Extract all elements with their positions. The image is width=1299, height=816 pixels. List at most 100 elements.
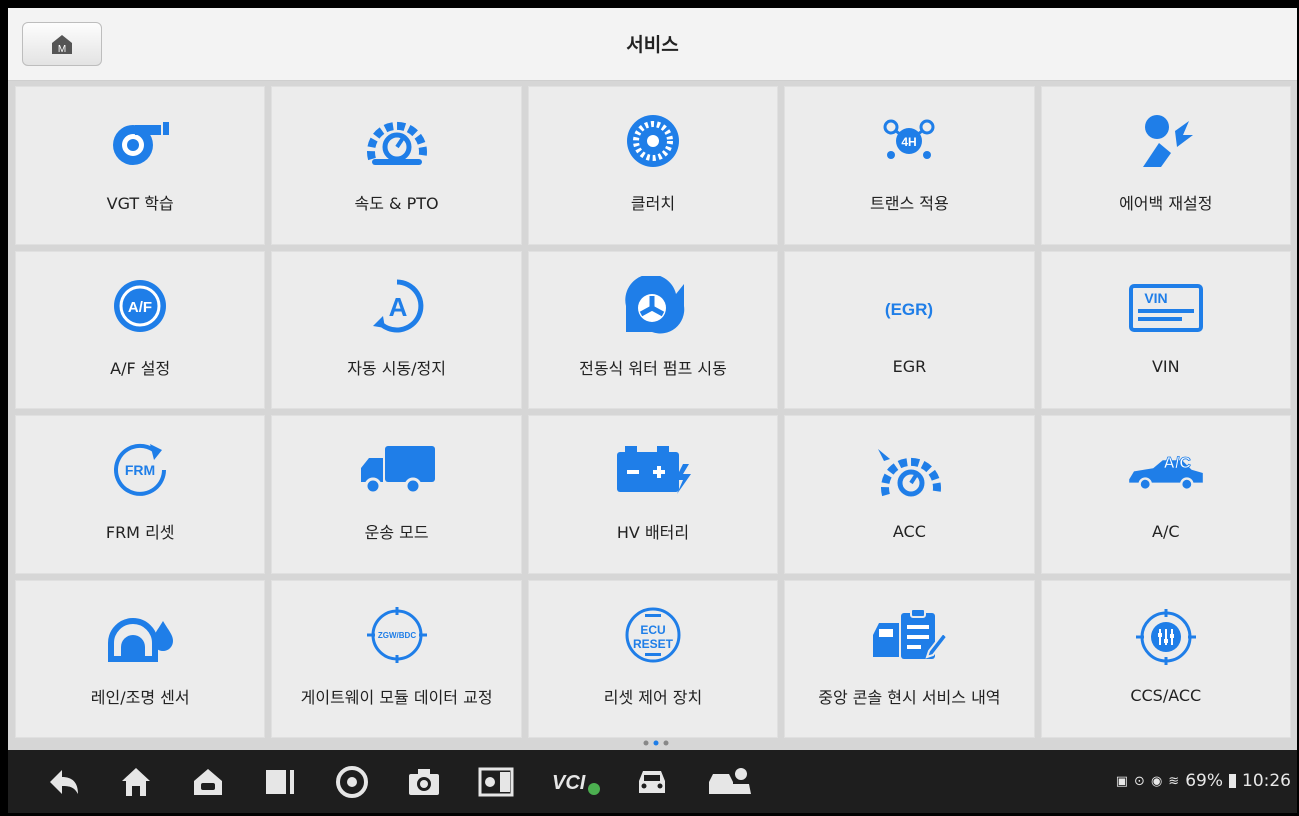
tile-acc[interactable]: ACC: [784, 415, 1035, 574]
tile-transport[interactable]: 운송 모드: [271, 415, 522, 574]
tile-trans[interactable]: 4H 트랜스 적용: [784, 86, 1035, 245]
tile-gateway[interactable]: ZGW/BDC 게이트웨이 모듈 데이터 교정: [271, 579, 522, 738]
tile-label: 레인/조명 센서: [90, 687, 190, 707]
gateway-icon: ZGW/BDC: [366, 606, 427, 663]
tile-rain-light[interactable]: 레인/조명 센서: [15, 579, 266, 738]
tile-label: 중앙 콘솔 현시 서비스 내역: [818, 687, 1001, 707]
ecu-reset-icon: ECU RESET: [625, 607, 681, 663]
recent-apps-icon: [266, 770, 294, 794]
tile-auto-start-stop[interactable]: A 자동 시동/정지: [271, 250, 522, 409]
svg-text:4H: 4H: [902, 135, 917, 149]
tile-label: 운송 모드: [364, 523, 429, 543]
service-record-icon: [873, 607, 949, 659]
tile-label: 자동 시동/정지: [347, 358, 446, 378]
tile-vin[interactable]: VIN VIN: [1040, 250, 1291, 409]
tile-label: FRM 리셋: [105, 523, 175, 543]
tile-label: VIN: [1151, 357, 1180, 377]
house-icon: [122, 768, 150, 796]
svg-text:FRM: FRM: [125, 462, 155, 478]
tile-af[interactable]: A/F A/F 설정: [15, 250, 266, 409]
battery-percent: 69%: [1185, 771, 1223, 791]
tile-label: 클러치: [630, 194, 676, 214]
svg-text:(EGR): (EGR): [885, 300, 933, 319]
tile-label: VGT 학습: [106, 194, 174, 214]
svg-text:A/F: A/F: [128, 299, 152, 316]
tile-vgt[interactable]: VGT 학습: [15, 86, 266, 245]
svg-text:A/C: A/C: [1163, 455, 1191, 472]
ac-car-icon: A/C: [1128, 455, 1203, 491]
display-brightness-button[interactable]: [476, 764, 516, 800]
tile-label: 트랜스 적용: [870, 194, 949, 214]
location-icon: ⊙: [1134, 773, 1145, 789]
svg-text:VIN: VIN: [1144, 290, 1167, 306]
car-home-icon: [194, 769, 222, 795]
vci-icon: VCI: [552, 772, 600, 795]
af-icon: A/F: [114, 279, 167, 332]
status-area: ▣ ⊙ ◉ ≋ 69% 10:26: [1116, 771, 1291, 791]
browser-button[interactable]: [332, 764, 372, 800]
tile-label: CCS/ACC: [1130, 686, 1202, 706]
gear-shift-icon: 4H: [883, 119, 935, 160]
tile-airbag[interactable]: 에어백 재설정: [1040, 86, 1291, 245]
ccs-icon: [1135, 609, 1196, 666]
tile-label: 게이트웨이 모듈 데이터 교정: [300, 687, 493, 707]
car-person-icon: [709, 768, 751, 794]
wifi-icon: ≋: [1168, 773, 1180, 789]
water-pump-icon: [625, 275, 685, 334]
tile-hv-battery[interactable]: HV 배터리: [527, 415, 779, 574]
tile-label: EGR: [892, 357, 927, 377]
browser-icon: [336, 766, 368, 798]
vehicle-button[interactable]: [632, 764, 672, 800]
home-nav-button[interactable]: [116, 764, 156, 800]
acc-icon: [878, 448, 942, 497]
tile-service-record[interactable]: 중앙 콘솔 현시 서비스 내역: [784, 579, 1035, 738]
brightness-icon: [478, 767, 514, 797]
tile-label: 속도 & PTO: [354, 194, 439, 214]
battery-icon-status: [1229, 774, 1236, 788]
tile-frm[interactable]: FRM FRM 리셋: [15, 415, 266, 574]
system-navbar: VCI ▣ ⊙ ◉ ≋ 69% 10:26: [8, 750, 1297, 813]
truck-icon: [360, 446, 435, 495]
clock: 10:26: [1242, 771, 1291, 791]
airbag-icon: [1142, 115, 1193, 168]
tile-clutch[interactable]: 클러치: [527, 86, 779, 245]
back-icon: [50, 770, 78, 794]
device-frame: M 서비스 VGT 학습 속도 & PTO 클러치 4H 트랜스 적용 에어백 …: [0, 0, 1299, 816]
bluetooth-icon: ◉: [1150, 773, 1163, 789]
page-title: 서비스: [626, 34, 679, 56]
camera-icon: [409, 769, 439, 795]
top-bar: M 서비스: [8, 8, 1297, 81]
screen: M 서비스 VGT 학습 속도 & PTO 클러치 4H 트랜스 적용 에어백 …: [8, 8, 1297, 813]
service-grid: VGT 학습 속도 & PTO 클러치 4H 트랜스 적용 에어백 재설정 A/…: [15, 86, 1291, 738]
svg-text:A: A: [388, 292, 407, 322]
tile-label: 전동식 워터 펌프 시동: [579, 358, 727, 378]
tile-egr[interactable]: (EGR) EGR: [784, 250, 1035, 409]
turbo-icon: [113, 122, 170, 166]
svg-text:ZGW/BDC: ZGW/BDC: [377, 631, 415, 640]
tile-label: 에어백 재설정: [1119, 194, 1213, 214]
svg-text:ECU: ECU: [640, 623, 665, 637]
battery-icon: [616, 446, 691, 495]
remote-expert-button[interactable]: [704, 764, 754, 800]
tile-water-pump[interactable]: 전동식 워터 펌프 시동: [527, 250, 779, 409]
auto-start-stop-icon: A: [372, 279, 423, 333]
camera-button[interactable]: [404, 764, 444, 800]
vci-home-button[interactable]: [188, 764, 228, 800]
tile-ccs-acc[interactable]: CCS/ACC: [1040, 579, 1291, 738]
svg-text:VCI: VCI: [552, 772, 586, 794]
clutch-icon: [626, 115, 679, 168]
back-button[interactable]: [44, 764, 84, 800]
tile-label: A/F 설정: [110, 358, 171, 378]
tile-ecu-reset[interactable]: ECU RESET 리셋 제어 장치: [527, 579, 779, 738]
rain-light-sensor-icon: [108, 617, 174, 662]
speedometer-icon: [366, 122, 427, 166]
tile-label: 리셋 제어 장치: [603, 687, 703, 707]
tile-ac[interactable]: A/C A/C: [1040, 415, 1291, 574]
page-indicator: [643, 740, 669, 746]
tile-label: A/C: [1152, 521, 1180, 541]
vci-button[interactable]: VCI: [548, 764, 608, 800]
tile-speed-pto[interactable]: 속도 & PTO: [271, 86, 522, 245]
vin-icon: VIN: [1128, 284, 1203, 333]
cast-icon: ▣: [1115, 773, 1129, 789]
recent-apps-button[interactable]: [260, 764, 300, 800]
